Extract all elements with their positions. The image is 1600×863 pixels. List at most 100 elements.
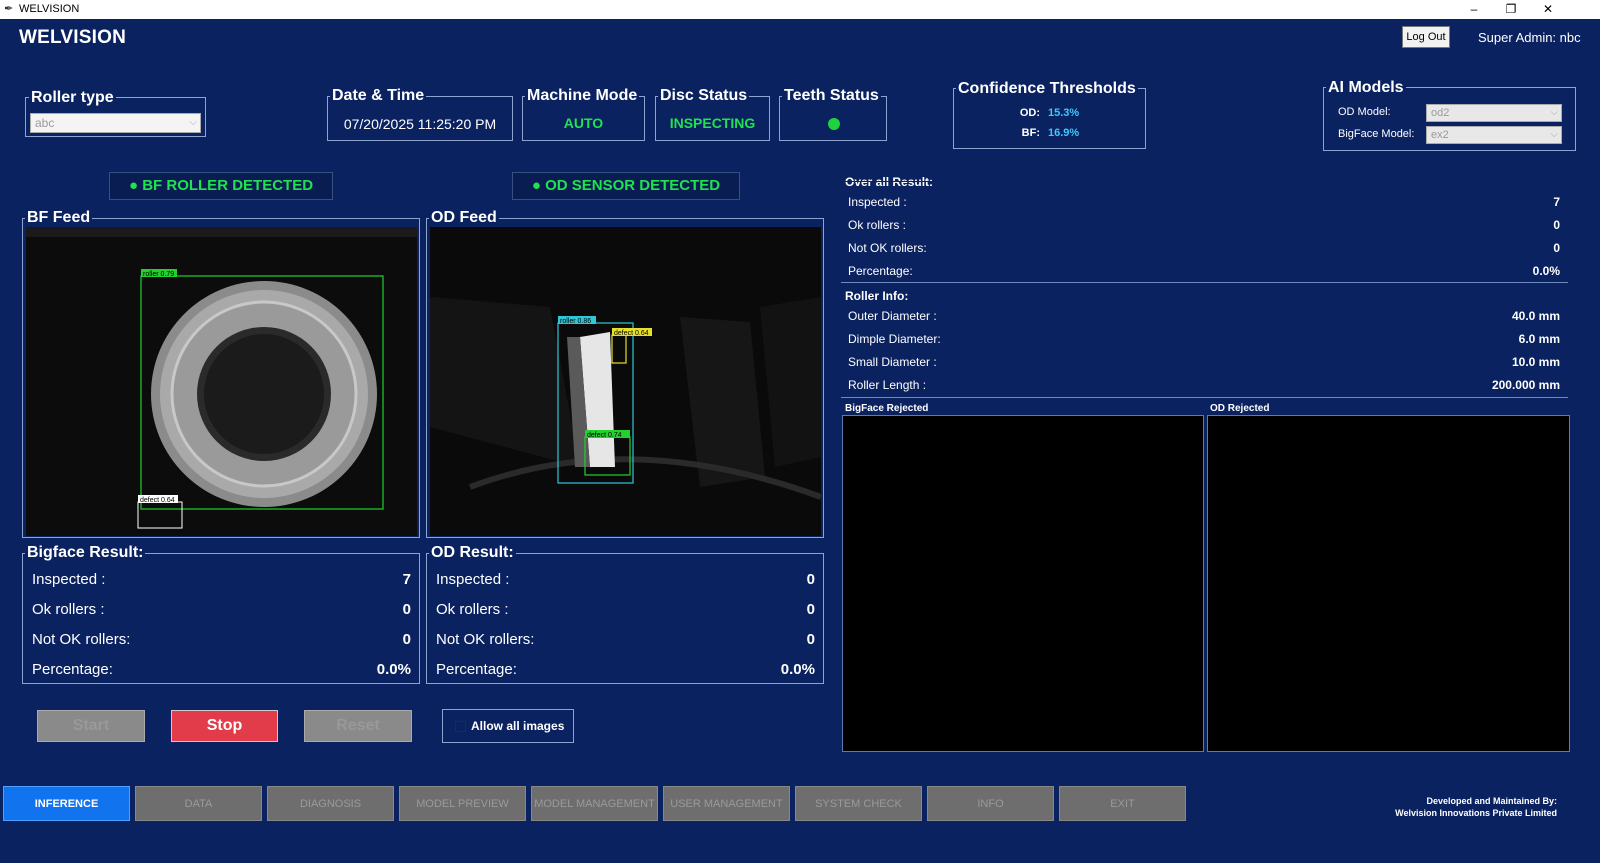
bf-percentage-label: Percentage: <box>32 661 113 678</box>
dimple-diameter-value: 6.0 mm <box>1518 332 1560 346</box>
nav-exit[interactable]: EXIT <box>1059 786 1186 821</box>
od-feed-render: roller 0.86 defect 0.64 defect 0.74 <box>430 227 821 536</box>
bf-inspected-label: Inspected : <box>32 571 106 588</box>
bf-feed-image: roller 0.79 defect 0.64 <box>26 227 417 536</box>
od-rejected-view <box>1207 415 1570 752</box>
small-diameter-value: 10.0 mm <box>1511 355 1560 369</box>
od-notok-value: 0 <box>806 631 815 648</box>
od-feed-image: roller 0.86 defect 0.64 defect 0.74 <box>430 227 821 536</box>
overall-notok-value: 0 <box>1553 241 1560 255</box>
window-title: WELVISION <box>19 3 80 15</box>
datetime-value: 07/20/2025 11:25:20 PM <box>343 116 497 132</box>
od-ok-value: 0 <box>806 601 815 618</box>
bf-ok-label: Ok rollers : <box>32 601 105 618</box>
small-diameter-label: Small Diameter : <box>848 355 937 369</box>
nav-user-management[interactable]: USER MANAGEMENT <box>663 786 790 821</box>
ai-models-label: AI Models <box>1326 79 1406 97</box>
bf-model-label: BigFace Model: <box>1338 128 1415 140</box>
od-roller-box-label: roller 0.86 <box>560 318 591 325</box>
footer-line2: Welvision Innovations Private Limited <box>1395 808 1557 818</box>
od-notok-label: Not OK rollers: <box>436 631 535 648</box>
bf-model-value: ex2 <box>1431 129 1449 141</box>
bf-ok-value: 0 <box>402 601 411 618</box>
bigface-result-label: Bigface Result: <box>25 544 146 562</box>
machine-mode-value: AUTO <box>563 115 604 131</box>
allow-all-images-toggle[interactable]: Allow all images <box>442 709 574 743</box>
od-defect1-box-label: defect 0.64 <box>614 330 649 337</box>
od-detection-banner: ● OD SENSOR DETECTED <box>512 172 740 200</box>
od-percentage-label: Percentage: <box>436 661 517 678</box>
od-inspected-value: 0 <box>806 571 815 588</box>
footer-credit: Developed and Maintained By: Welvision I… <box>1395 795 1557 819</box>
bf-notok-label: Not OK rollers: <box>32 631 131 648</box>
minimize-button[interactable]: – <box>1456 1 1492 18</box>
roller-type-value: abc <box>35 116 55 130</box>
bf-defect-box-label: defect 0.64 <box>140 497 175 504</box>
disc-status-value: INSPECTING <box>669 115 756 131</box>
nav-model-management[interactable]: MODEL MANAGEMENT <box>531 786 658 821</box>
teeth-status-label: Teeth Status <box>782 87 881 105</box>
disc-status-label: Disc Status <box>658 87 750 105</box>
od-feed-label: OD Feed <box>429 209 499 227</box>
outer-diameter-value: 40.0 mm <box>1511 309 1560 323</box>
od-model-select[interactable]: od2 ⌵ <box>1426 104 1562 122</box>
nav-diagnosis[interactable]: DIAGNOSIS <box>267 786 394 821</box>
nav-info[interactable]: INFO <box>927 786 1054 821</box>
nav-inference[interactable]: INFERENCE <box>3 786 130 821</box>
window-titlebar: ✒ WELVISION – ❐ ✕ <box>0 0 1600 19</box>
bf-feed-render: roller 0.79 defect 0.64 <box>26 227 417 536</box>
reset-button[interactable]: Reset <box>304 710 412 742</box>
bf-percentage-value: 0.0% <box>376 661 411 678</box>
nav-system-check[interactable]: SYSTEM CHECK <box>795 786 922 821</box>
nav-model-preview[interactable]: MODEL PREVIEW <box>399 786 526 821</box>
datetime-label: Date & Time <box>330 87 427 105</box>
roller-length-label: Roller Length : <box>848 378 927 392</box>
overall-notok-label: Not OK rollers: <box>848 241 927 255</box>
confidence-label: Confidence Thresholds <box>956 80 1138 98</box>
bf-roller-box-label: roller 0.79 <box>143 271 174 278</box>
start-button[interactable]: Start <box>37 710 145 742</box>
od-threshold-label: OD: <box>1019 107 1040 119</box>
od-threshold-value: 15.3% <box>1048 107 1080 119</box>
roller-type-select[interactable]: abc ⌵ <box>30 113 201 133</box>
od-percentage-value: 0.0% <box>780 661 815 678</box>
allow-all-label: Allow all images <box>471 719 565 733</box>
nav-data[interactable]: DATA <box>135 786 262 821</box>
od-result-label: OD Result: <box>429 544 516 562</box>
bf-threshold-label: BF: <box>1021 127 1040 139</box>
overall-ok-label: Ok rollers : <box>848 218 907 232</box>
od-model-value: od2 <box>1431 107 1450 119</box>
roller-type-label: Roller type <box>29 89 116 107</box>
chevron-down-icon: ⌵ <box>1550 107 1558 118</box>
brand-title: WELVISION <box>19 27 127 48</box>
od-ok-label: Ok rollers : <box>436 601 509 618</box>
overall-percentage-value: 0.0% <box>1532 264 1560 278</box>
maximize-button[interactable]: ❐ <box>1493 1 1529 18</box>
machine-mode-label: Machine Mode <box>525 87 640 105</box>
od-model-label: OD Model: <box>1338 106 1391 118</box>
teeth-status-indicator <box>828 118 840 130</box>
bigface-rejected-label: BigFace Rejected <box>845 403 929 414</box>
overall-inspected-value: 7 <box>1553 195 1560 209</box>
current-user: Super Admin: nbc <box>1478 30 1581 45</box>
bf-inspected-value: 7 <box>402 571 411 588</box>
stop-button[interactable]: Stop <box>171 710 278 742</box>
roller-info-label: Roller Info: <box>845 289 909 303</box>
chevron-down-icon: ⌵ <box>1550 129 1558 140</box>
overall-result-label: Over all Result: <box>845 175 934 189</box>
bf-model-select[interactable]: ex2 ⌵ <box>1426 126 1562 144</box>
overall-inspected-label: Inspected : <box>848 195 907 209</box>
allow-all-checkbox[interactable] <box>455 721 466 732</box>
od-rejected-label: OD Rejected <box>1210 403 1270 414</box>
overall-ok-value: 0 <box>1553 218 1560 232</box>
bigface-rejected-view <box>842 415 1204 752</box>
app-feather-icon: ✒ <box>4 3 14 15</box>
bf-detection-banner: ● BF ROLLER DETECTED <box>109 172 333 200</box>
roller-length-value: 200.000 mm <box>1491 378 1560 392</box>
close-button[interactable]: ✕ <box>1530 1 1566 18</box>
footer-line1: Developed and Maintained By: <box>1426 796 1557 806</box>
overall-percentage-label: Percentage: <box>848 264 913 278</box>
bf-threshold-value: 16.9% <box>1048 127 1080 139</box>
logout-button[interactable]: Log Out <box>1402 26 1450 48</box>
outer-diameter-label: Outer Diameter : <box>848 309 937 323</box>
